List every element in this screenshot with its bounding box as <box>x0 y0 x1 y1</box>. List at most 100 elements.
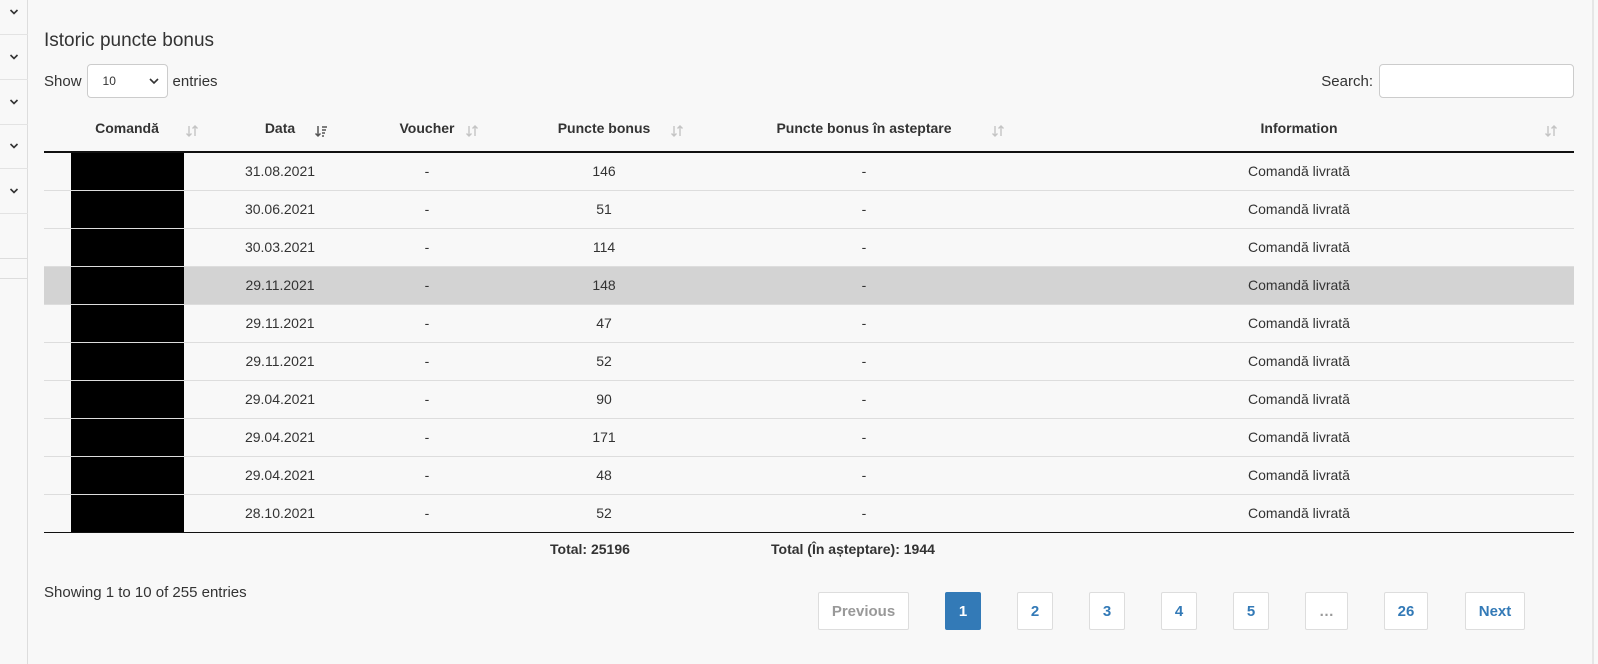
column-header-information[interactable]: Information <box>1024 110 1574 153</box>
redacted-block <box>71 494 184 532</box>
cell-puncte-bonus: 47 <box>504 303 704 342</box>
sidebar-item-3[interactable] <box>0 80 28 125</box>
cell-information: Comandă livrată <box>1024 265 1574 304</box>
entries-select[interactable]: 10 <box>86 64 168 98</box>
cell-puncte-asteptare: - <box>704 379 1024 418</box>
total-points: Total: 25196 <box>550 541 630 557</box>
cell-puncte-asteptare: - <box>704 227 1024 266</box>
redacted-block <box>71 418 184 456</box>
redacted-block <box>71 266 184 304</box>
cell-puncte-asteptare: - <box>704 265 1024 304</box>
cell-puncte-bonus: 148 <box>504 265 704 304</box>
table-row[interactable]: 28.10.2021 - 52 - Comandă livrată <box>44 493 1574 533</box>
redacted-block <box>71 342 184 380</box>
chevron-down-icon <box>9 188 19 194</box>
chevron-down-icon <box>9 99 19 105</box>
cell-comanda <box>44 227 210 266</box>
cell-comanda <box>44 303 210 342</box>
page-button-1[interactable]: 1 <box>945 592 981 630</box>
redacted-block <box>71 190 184 228</box>
table-body: 31.08.2021 - 146 - Comandă livrată 30.06… <box>44 152 1574 533</box>
cell-information: Comandă livrată <box>1024 189 1574 228</box>
next-button[interactable]: Next <box>1465 592 1525 630</box>
cell-information: Comandă livrată <box>1024 303 1574 342</box>
sidebar-item-2[interactable] <box>0 35 28 80</box>
sort-icon <box>991 124 1005 138</box>
cell-puncte-bonus: 48 <box>504 455 704 494</box>
scrollbar-track[interactable] <box>1592 0 1594 664</box>
cell-puncte-asteptare: - <box>704 189 1024 228</box>
cell-comanda <box>44 189 210 228</box>
redacted-block <box>71 456 184 494</box>
cell-voucher: - <box>350 455 504 494</box>
table-row[interactable]: 29.04.2021 - 171 - Comandă livrată <box>44 417 1574 456</box>
page-ellipsis: … <box>1305 592 1348 630</box>
cell-data: 29.11.2021 <box>210 303 350 342</box>
cell-comanda <box>44 265 210 304</box>
column-header-puncte-bonus[interactable]: Puncte bonus <box>504 110 704 153</box>
cell-voucher: - <box>350 227 504 266</box>
page-button-5[interactable]: 5 <box>1233 592 1269 630</box>
column-header-voucher[interactable]: Voucher <box>350 110 504 153</box>
page-button-3[interactable]: 3 <box>1089 592 1125 630</box>
column-header-comanda[interactable]: Comandă <box>44 110 210 153</box>
cell-puncte-bonus: 90 <box>504 379 704 418</box>
cell-data: 29.04.2021 <box>210 379 350 418</box>
sidebar-item-1[interactable] <box>0 0 28 35</box>
cell-data: 28.10.2021 <box>210 493 350 533</box>
cell-voucher: - <box>350 265 504 304</box>
search-filter: Search: <box>1321 64 1574 98</box>
redacted-block <box>71 304 184 342</box>
table-row[interactable]: 29.04.2021 - 90 - Comandă livrată <box>44 379 1574 418</box>
table-row[interactable]: 30.06.2021 - 51 - Comandă livrată <box>44 189 1574 228</box>
table-header-row: Comandă Data Voucher Puncte bonus Puncte… <box>44 110 1574 153</box>
cell-data: 30.06.2021 <box>210 189 350 228</box>
scrollbar[interactable] <box>1588 0 1598 664</box>
table-row[interactable]: 29.04.2021 - 48 - Comandă livrată <box>44 455 1574 494</box>
table-row[interactable]: 29.11.2021 - 52 - Comandă livrată <box>44 341 1574 380</box>
cell-voucher: - <box>350 379 504 418</box>
total-pending-points: Total (În așteptare): 1944 <box>771 541 935 557</box>
column-header-data[interactable]: Data <box>210 110 350 153</box>
table-row[interactable]: 31.08.2021 - 146 - Comandă livrată <box>44 152 1574 190</box>
cell-voucher: - <box>350 303 504 342</box>
redacted-block <box>71 380 184 418</box>
cell-voucher: - <box>350 493 504 533</box>
table-row[interactable]: 30.03.2021 - 114 - Comandă livrată <box>44 227 1574 266</box>
page-button-4[interactable]: 4 <box>1161 592 1197 630</box>
search-label: Search: <box>1321 72 1373 90</box>
sort-icon <box>670 124 684 138</box>
search-input[interactable] <box>1379 64 1574 98</box>
cell-puncte-asteptare: - <box>861 163 867 180</box>
cell-comanda <box>44 417 210 456</box>
cell-puncte-bonus: 171 <box>504 417 704 456</box>
entries-label: entries <box>172 72 218 90</box>
cell-information: Comandă livrată <box>1024 227 1574 266</box>
sidebar-divider <box>0 278 28 279</box>
sidebar-item-4[interactable] <box>0 124 28 169</box>
cell-information: Comandă livrată <box>1024 341 1574 380</box>
chevron-down-icon <box>148 78 159 85</box>
sort-icon <box>465 124 479 138</box>
cell-puncte-bonus: 52 <box>504 341 704 380</box>
page-button-2[interactable]: 2 <box>1017 592 1053 630</box>
cell-puncte-bonus: 146 <box>592 163 616 180</box>
cell-puncte-bonus: 51 <box>504 189 704 228</box>
bonus-history-table: Comandă Data Voucher Puncte bonus Puncte… <box>44 110 1574 533</box>
sidebar-item-5[interactable] <box>0 169 28 214</box>
cell-puncte-asteptare: - <box>704 341 1024 380</box>
cell-data: 30.03.2021 <box>210 227 350 266</box>
cell-comanda <box>44 341 210 380</box>
table-row[interactable]: 29.11.2021 - 47 - Comandă livrată <box>44 303 1574 342</box>
sidebar-divider <box>0 258 28 259</box>
redacted-block <box>71 228 184 266</box>
sidebar <box>0 0 28 664</box>
previous-button[interactable]: Previous <box>818 592 909 630</box>
table-row-highlighted[interactable]: 29.11.2021 - 148 - Comandă livrată <box>44 265 1574 304</box>
column-header-puncte-asteptare[interactable]: Puncte bonus în asteptare <box>704 110 1024 153</box>
cell-comanda <box>44 152 210 190</box>
entries-select-value: 10 <box>102 74 116 88</box>
page-button-26[interactable]: 26 <box>1384 592 1428 630</box>
cell-data: 31.08.2021 <box>244 163 316 180</box>
sort-icon <box>1544 124 1558 138</box>
